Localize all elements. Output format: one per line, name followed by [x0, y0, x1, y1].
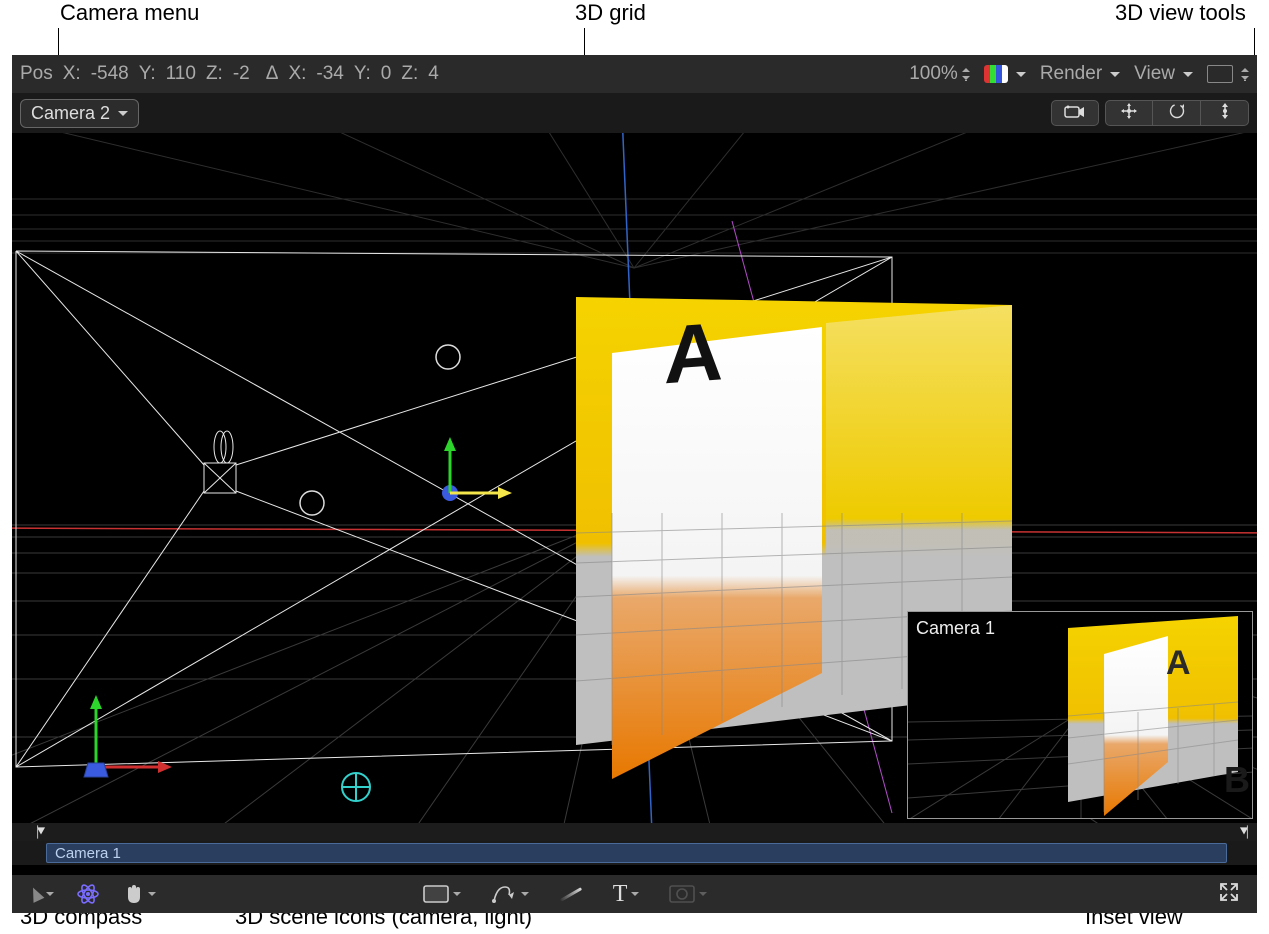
mask-tool[interactable]: [669, 885, 707, 903]
viewport-3d[interactable]: A Camera 1: [12, 133, 1257, 823]
brush-icon: [560, 887, 582, 902]
pan-tool[interactable]: [122, 883, 156, 905]
orbit-icon: [1168, 102, 1186, 125]
shape-tool[interactable]: [423, 885, 461, 903]
select-tool[interactable]: [30, 887, 54, 901]
handle-circle: [436, 345, 460, 369]
active-camera-button[interactable]: [1051, 100, 1099, 126]
pan-icon: [1120, 102, 1138, 125]
inset-camera-label: Camera 1: [916, 618, 995, 639]
chevron-down-icon: [118, 111, 128, 121]
3d-compass[interactable]: [52, 681, 172, 801]
inset-view[interactable]: Camera 1: [907, 611, 1253, 819]
timeline-clip[interactable]: Camera 1: [46, 843, 1227, 863]
text-tool[interactable]: T: [613, 881, 640, 908]
timeline-track[interactable]: Camera 1: [12, 841, 1257, 865]
status-position: Pos X: -548 Y: 110 Z: -2 Δ X: -34 Y: 0 Z: 4: [20, 63, 439, 85]
render-menu[interactable]: Render: [1040, 63, 1120, 85]
in-marker-icon[interactable]: [36, 823, 46, 841]
timeline: Camera 1: [12, 823, 1257, 875]
3d-view-tools: [1051, 100, 1249, 126]
render-label: Render: [1040, 63, 1102, 85]
clip-label: Camera 1: [55, 845, 121, 862]
stepper-icon: [962, 67, 970, 81]
x-label: X:: [63, 63, 81, 85]
svg-text:A: A: [1166, 644, 1191, 682]
paint-tool[interactable]: [559, 893, 583, 896]
pan-tool-button[interactable]: [1105, 100, 1153, 126]
dy-value: 0: [381, 63, 392, 85]
aspect-menu[interactable]: [1207, 65, 1249, 83]
delta-label: Δ: [266, 63, 279, 85]
chevron-down-icon: [631, 892, 639, 900]
chevron-down-icon: [1016, 72, 1026, 82]
pen-tool[interactable]: [491, 883, 529, 905]
aspect-icon: [1207, 65, 1233, 83]
orbit-tool-button[interactable]: [1153, 100, 1201, 126]
handle-circle: [300, 491, 324, 515]
camera-menu[interactable]: Camera 2: [20, 99, 139, 128]
app-window: Pos X: -548 Y: 110 Z: -2 Δ X: -34 Y: 0 Z: 4 10…: [12, 55, 1257, 875]
status-bar: Pos X: -548 Y: 110 Z: -2 Δ X: -34 Y: 0 Z: 4 10…: [12, 55, 1257, 93]
stepper-icon: [1241, 67, 1249, 81]
anno-camera-menu: Camera menu: [60, 0, 199, 26]
chevron-down-icon: [1183, 72, 1193, 82]
fullscreen-toggle[interactable]: [1219, 882, 1239, 907]
color-channels-menu[interactable]: [984, 65, 1026, 83]
dx-label: X:: [288, 63, 306, 85]
dolly-icon: [1218, 102, 1232, 125]
y-value: 110: [166, 63, 196, 85]
cursor-icon: [28, 885, 45, 903]
chevron-down-icon: [1110, 72, 1120, 82]
y-label: Y:: [139, 63, 156, 85]
viewport-toolbar: Camera 2: [12, 93, 1257, 133]
dolly-tool-button[interactable]: [1201, 100, 1249, 126]
chevron-down-icon: [699, 892, 707, 900]
anno-view-tools: 3D view tools: [1115, 0, 1246, 26]
canvas-toolbar: T: [12, 875, 1257, 913]
3d-transform-tool[interactable]: [76, 882, 100, 906]
chevron-down-icon: [148, 892, 156, 900]
light-scene-icon: [342, 773, 370, 801]
plane-letter: A: [664, 306, 723, 401]
camera-icon: [1064, 103, 1086, 124]
chevron-down-icon: [453, 892, 461, 900]
chevron-down-icon: [521, 892, 529, 900]
z-label: Z:: [206, 63, 223, 85]
out-marker-icon[interactable]: [1239, 823, 1249, 841]
zoom-value: 100%: [909, 63, 958, 85]
color-swatch-icon: [984, 65, 1008, 83]
dz-label: Z:: [401, 63, 418, 85]
x-value: -548: [91, 63, 129, 85]
dz-value: 4: [428, 63, 439, 85]
view-label: View: [1134, 63, 1175, 85]
transform-gizmo: [442, 437, 512, 501]
pos-label: Pos: [20, 63, 53, 85]
grid-ceiling: [12, 133, 1257, 268]
svg-text:B: B: [1224, 759, 1250, 800]
zoom-control[interactable]: 100%: [909, 63, 970, 85]
chevron-down-icon: [46, 892, 54, 900]
dx-value: -34: [316, 63, 343, 85]
camera-menu-label: Camera 2: [31, 103, 110, 124]
z-value: -2: [233, 63, 250, 85]
view-menu[interactable]: View: [1134, 63, 1193, 85]
anno-grid: 3D grid: [575, 0, 646, 26]
timeline-ruler[interactable]: [12, 823, 1257, 841]
dy-label: Y:: [354, 63, 371, 85]
